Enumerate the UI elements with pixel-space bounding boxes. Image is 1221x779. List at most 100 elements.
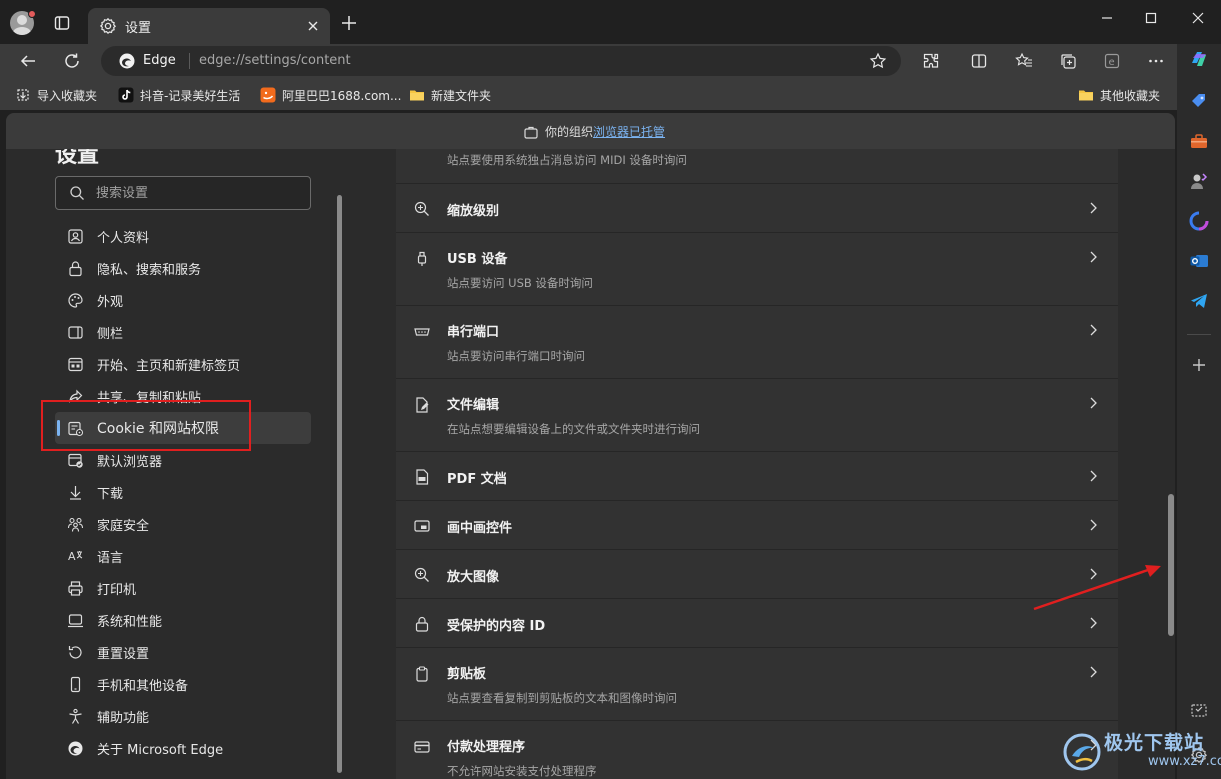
svg-text:A: A	[68, 550, 76, 563]
zoom-icon	[413, 200, 431, 218]
list-item-payment-handlers[interactable]: 付款处理程序 不允许网站安装支付处理程序	[396, 720, 1118, 779]
bookmark-douyin[interactable]: 抖音-记录美好生活	[118, 86, 240, 104]
edge-label: Edge	[143, 53, 176, 68]
list-item-pdf-documents[interactable]: PDF 文档	[396, 451, 1118, 500]
back-arrow-icon[interactable]	[18, 51, 38, 71]
sidebar-divider	[1187, 334, 1211, 335]
edge-sidebar	[1177, 44, 1221, 779]
bookmark-label: 抖音-记录美好生活	[140, 88, 241, 103]
list-item-clipboard[interactable]: 剪贴板 站点要查看复制到剪贴板的文本和图像时询问	[396, 647, 1118, 720]
bookmark-label: 阿里巴巴1688.com...	[282, 88, 402, 103]
nav-item-system[interactable]: 系统和性能	[55, 604, 311, 636]
split-screen-icon[interactable]	[969, 51, 989, 71]
nav-item-start-home[interactable]: 开始、主页和新建标签页	[55, 348, 311, 380]
row-title: 画中画控件	[447, 521, 513, 536]
list-item-usb-devices[interactable]: USB 设备 站点要访问 USB 设备时询问	[396, 232, 1118, 305]
import-favorites-icon	[15, 87, 31, 103]
favorites-icon[interactable]	[1014, 51, 1034, 71]
protected-content-icon	[413, 615, 431, 633]
nav-item-label: 手机和其他设备	[97, 679, 189, 694]
nav-item-downloads[interactable]: 下载	[55, 476, 311, 508]
nav-item-about-edge[interactable]: 关于 Microsoft Edge	[55, 732, 311, 764]
list-item-enhance-images[interactable]: 放大图像	[396, 549, 1118, 598]
content-scrollbar-thumb[interactable]	[1168, 494, 1174, 636]
search-input[interactable]	[96, 183, 296, 203]
site-permissions-list: 站点要使用系统独占消息访问 MIDI 设备时询问 缩放级别 USB 设备 站点要…	[396, 149, 1118, 779]
search-box[interactable]	[55, 176, 311, 210]
sidebar-icon	[67, 324, 84, 341]
tag-icon[interactable]	[1188, 90, 1210, 112]
nav-item-languages[interactable]: A 语言	[55, 540, 311, 572]
family-icon	[67, 516, 84, 533]
bookmark-alibaba[interactable]: 阿里巴巴1688.com...	[260, 86, 401, 104]
address-bar[interactable]: Edge edge://settings/content	[101, 46, 901, 76]
managed-text: 你的组织	[545, 125, 594, 139]
bookmark-label: 其他收藏夹	[1100, 88, 1161, 103]
games-icon[interactable]	[1188, 170, 1210, 192]
managed-banner: 你的组织 浏览器已托管	[6, 113, 1175, 149]
nav-item-privacy[interactable]: 隐私、搜索和服务	[55, 252, 311, 284]
watermark-url: www.xz7.com	[1148, 754, 1221, 769]
list-item-zoom-levels[interactable]: 缩放级别	[396, 183, 1118, 232]
toolbox-icon[interactable]	[1188, 130, 1210, 152]
list-item-picture-in-picture[interactable]: 画中画控件	[396, 500, 1118, 549]
tab-settings[interactable]: 设置	[88, 8, 330, 44]
nav-item-sidebar[interactable]: 侧栏	[55, 316, 311, 348]
window-close-icon[interactable]	[1188, 8, 1208, 28]
tab-actions-icon[interactable]	[52, 13, 72, 33]
bookmark-new-folder[interactable]: 新建文件夹	[409, 86, 491, 104]
nav-scrollbar-thumb[interactable]	[337, 195, 342, 773]
annotation-arrow	[1033, 565, 1161, 611]
new-tab-icon[interactable]	[340, 14, 358, 32]
bookmark-import-favorites[interactable]: 导入收藏夹	[15, 86, 97, 104]
add-icon[interactable]	[1188, 354, 1210, 376]
nav-item-label: 隐私、搜索和服务	[97, 263, 202, 278]
nav-item-appearance[interactable]: 外观	[55, 284, 311, 316]
managed-link[interactable]: 浏览器已托管	[593, 123, 665, 140]
collections-icon[interactable]	[1058, 51, 1078, 71]
ie-mode-icon[interactable]: e	[1102, 51, 1122, 71]
nav-item-family-safety[interactable]: 家庭安全	[55, 508, 311, 540]
gear-icon	[99, 17, 117, 35]
list-item-file-editing[interactable]: 文件编辑 在站点想要编辑设备上的文件或文件夹时进行询问	[396, 378, 1118, 451]
telegram-send-icon[interactable]	[1188, 290, 1210, 312]
serial-port-icon	[413, 323, 431, 341]
payment-icon	[413, 738, 431, 756]
more-menu-icon[interactable]	[1146, 51, 1166, 71]
extensions-icon[interactable]	[921, 51, 941, 71]
copilot-icon[interactable]	[1188, 48, 1210, 70]
nav-item-printers[interactable]: 打印机	[55, 572, 311, 604]
minimize-icon[interactable]	[1097, 8, 1117, 28]
pip-icon	[413, 517, 431, 535]
profile-notification-dot	[28, 10, 36, 18]
nav-item-reset[interactable]: 重置设置	[55, 636, 311, 668]
phone-icon	[67, 676, 84, 693]
list-item-protected-content-ids[interactable]: 受保护的内容 ID	[396, 598, 1118, 647]
refresh-icon[interactable]	[62, 51, 82, 71]
list-item-midi[interactable]: 站点要使用系统独占消息访问 MIDI 设备时询问	[396, 149, 1118, 183]
svg-text:e: e	[1109, 57, 1115, 68]
nav-item-phone-devices[interactable]: 手机和其他设备	[55, 668, 311, 700]
nav-item-label: 打印机	[97, 583, 137, 598]
home-icon	[67, 356, 84, 373]
row-subtitle: 站点要使用系统独占消息访问 MIDI 设备时询问	[447, 153, 687, 167]
microsoft-365-icon[interactable]	[1188, 210, 1210, 232]
nav-item-label: 外观	[97, 295, 124, 310]
lock-icon	[67, 260, 84, 277]
row-title: PDF 文档	[447, 472, 507, 487]
clipboard-icon	[413, 665, 431, 683]
nav-item-profile[interactable]: 个人资料	[55, 220, 311, 252]
chevron-right-icon	[1086, 518, 1100, 532]
title-bar: 设置	[0, 0, 1221, 44]
nav-item-accessibility[interactable]: 辅助功能	[55, 700, 311, 732]
list-item-serial-ports[interactable]: 串行端口 站点要访问串行端口时询问	[396, 305, 1118, 378]
close-icon[interactable]	[304, 17, 322, 35]
outlook-icon[interactable]	[1188, 250, 1210, 272]
briefcase-icon	[523, 124, 539, 140]
screenshot-icon[interactable]	[1188, 700, 1210, 722]
maximize-icon[interactable]	[1141, 8, 1161, 28]
favorite-star-icon[interactable]	[869, 52, 887, 70]
bookmark-other-favorites[interactable]: 其他收藏夹	[1078, 86, 1160, 104]
url-text[interactable]: edge://settings/content	[199, 53, 351, 68]
search-icon	[69, 185, 85, 201]
